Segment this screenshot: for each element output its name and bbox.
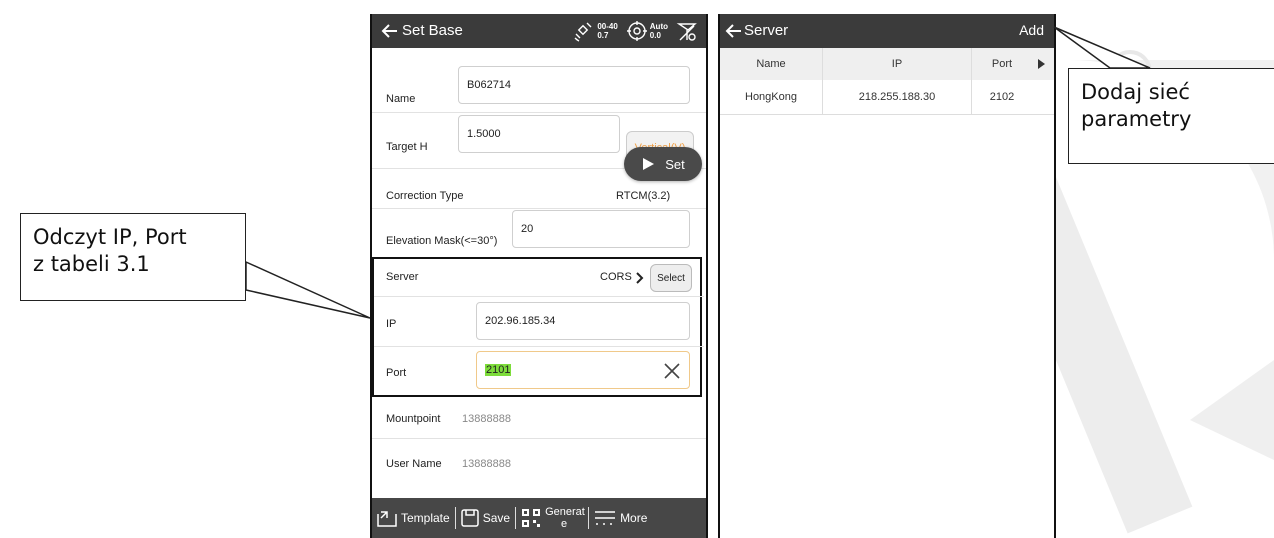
table-row[interactable]: HongKong 218.255.188.30 2102: [720, 80, 1054, 115]
generate-button[interactable]: Generat e: [516, 498, 588, 538]
save-label: Save: [482, 511, 511, 525]
name-input[interactable]: B062714: [458, 66, 690, 104]
sat-pdop: 0.7: [597, 31, 609, 40]
more-label: More: [620, 511, 648, 525]
server-screen: Server Add Name IP Port HongKong 218.255…: [718, 14, 1056, 538]
column-header-port[interactable]: Port: [972, 48, 1032, 80]
callout-left-line2: z tabeli 3.1: [33, 252, 150, 276]
title-bar: Server Add: [720, 14, 1054, 48]
position-status[interactable]: Auto 0.0: [626, 20, 668, 42]
save-icon: [460, 509, 479, 527]
title-bar: Set Base 00-40 0.7 Auto 0.0: [372, 14, 706, 48]
clear-icon[interactable]: [664, 363, 680, 379]
play-icon: [643, 158, 655, 170]
scroll-right-icon[interactable]: [1038, 59, 1045, 69]
sat-count: 00-40: [597, 22, 618, 31]
page-title: Server: [744, 22, 789, 39]
mode-label: Auto: [649, 22, 668, 31]
server-label: Server: [386, 271, 419, 283]
divider: [374, 346, 704, 347]
ip-input[interactable]: 202.96.185.34: [476, 302, 690, 340]
set-base-screen: Set Base 00-40 0.7 Auto 0.0 Name B062714…: [370, 14, 708, 538]
mountpoint-value[interactable]: 13888888: [462, 413, 511, 425]
ip-label: IP: [386, 318, 397, 330]
divider: [372, 438, 706, 439]
divider: [372, 112, 706, 113]
elevation-mask-label: Elevation Mask(<=30°): [386, 235, 498, 247]
page-title: Set Base: [402, 22, 463, 39]
column-header-name[interactable]: Name: [720, 48, 822, 80]
mountpoint-label: Mountpoint: [386, 413, 441, 425]
row-port: 2102: [989, 91, 1015, 103]
callout-ip-port: Odczyt IP, Port z tabeli 3.1: [20, 213, 246, 301]
column-header-ip[interactable]: IP: [823, 48, 971, 80]
table-header: Name IP Port: [720, 48, 1054, 81]
save-button[interactable]: Save: [456, 498, 515, 538]
port-label: Port: [386, 367, 407, 379]
divider: [374, 296, 704, 297]
template-icon: [377, 511, 397, 527]
correction-type-value[interactable]: RTCM(3.2): [616, 190, 670, 202]
divider: [372, 208, 706, 209]
callout-add-network: Dodaj sieć parametry: [1068, 68, 1274, 164]
server-value[interactable]: CORS: [600, 271, 632, 283]
antenna-icon[interactable]: [676, 20, 698, 42]
username-label: User Name: [386, 458, 442, 470]
chevron-right-icon[interactable]: [636, 272, 644, 284]
port-input[interactable]: 2101: [476, 351, 690, 389]
template-button[interactable]: Template: [372, 498, 455, 538]
add-button[interactable]: Add: [1019, 22, 1044, 38]
target-height-input[interactable]: 1.5000: [458, 115, 620, 153]
crosshair-icon: [626, 21, 647, 41]
callout-right-line2: parametry: [1081, 107, 1192, 131]
username-value[interactable]: 13888888: [462, 458, 511, 470]
back-arrow-icon[interactable]: [724, 20, 744, 42]
select-server-button[interactable]: Select: [650, 264, 692, 292]
menu-icon: [595, 511, 616, 525]
generate-label: Generat e: [545, 506, 585, 530]
mode-value: 0.0: [649, 31, 661, 40]
elevation-mask-input[interactable]: 20: [512, 210, 690, 248]
row-name: HongKong: [745, 91, 797, 103]
satellite-status[interactable]: 00-40 0.7: [573, 20, 618, 42]
set-button-label: Set: [665, 156, 685, 172]
more-button[interactable]: More: [589, 498, 652, 538]
template-label: Template: [401, 511, 450, 525]
set-button[interactable]: Set: [624, 147, 702, 181]
name-label: Name: [386, 93, 416, 105]
target-height-label: Target H: [386, 141, 428, 153]
port-value: 2101: [485, 364, 512, 376]
satellite-icon: [574, 22, 592, 42]
bottom-toolbar: Template Save Generat e More: [372, 498, 706, 538]
correction-type-label: Correction Type: [386, 190, 464, 202]
callout-left-line1: Odczyt IP, Port: [33, 225, 187, 249]
qr-code-icon: [522, 509, 541, 527]
callout-right-line1: Dodaj sieć: [1081, 80, 1190, 104]
back-arrow-icon[interactable]: [380, 20, 400, 42]
row-ip: 218.255.188.30: [858, 91, 936, 103]
